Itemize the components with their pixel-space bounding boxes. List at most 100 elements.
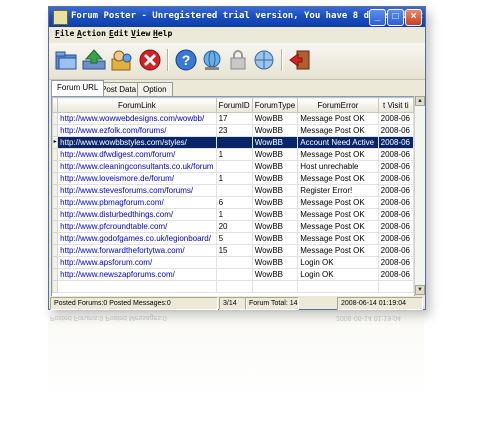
cell-forum-id[interactable]: 20: [215, 220, 253, 233]
cell-visit-time[interactable]: 2008-06: [377, 124, 414, 137]
cell-forum-id[interactable]: [215, 268, 253, 281]
table-row[interactable]: http://www.ezfolk.com/forums/23 WowBB Mess…: [52, 124, 414, 137]
cell-forum-type[interactable]: WowBB: [251, 268, 299, 281]
cell-forum-error[interactable]: Account Need Active: [297, 136, 379, 149]
cell-forum-type[interactable]: [251, 280, 299, 293]
cell-forum-type[interactable]: WowBB: [251, 220, 299, 233]
exit-icon[interactable]: [287, 47, 313, 73]
forum-grid[interactable]: ForumLink ForumID ForumType ForumError t…: [51, 96, 415, 297]
open-folder-icon[interactable]: [53, 47, 79, 73]
cell-forum-link[interactable]: http://www.pbmagforum.com/: [57, 196, 217, 209]
cell-forum-type[interactable]: WowBB: [251, 124, 299, 137]
column-header-forumerror[interactable]: ForumError: [297, 97, 379, 113]
cell-forum-link[interactable]: http://www.stevesforums.com/forums/: [57, 184, 217, 197]
cell-forum-type[interactable]: WowBB: [251, 136, 299, 149]
menu-edit[interactable]: Edit: [109, 29, 128, 38]
cell-forum-link[interactable]: http://www.apsforum.com/: [57, 256, 217, 269]
table-row[interactable]: http://www.pfcroundtable.com/20 WowBB Mess…: [52, 220, 414, 233]
column-header-forumlink[interactable]: ForumLink: [57, 97, 217, 113]
table-row[interactable]: http://www.stevesforums.com/forums/WowBB…: [52, 184, 414, 197]
table-row[interactable]: ▸ http://www.wowbbstyles.com/styles/WowBB…: [52, 136, 414, 149]
minimize-button[interactable]: _: [369, 9, 386, 26]
table-row[interactable]: http://www.loveismore.de/forum/1 WowBB Mes…: [52, 172, 414, 185]
menu-help[interactable]: Help: [153, 29, 172, 38]
cell-forum-error[interactable]: [297, 280, 379, 293]
help-icon[interactable]: ?: [173, 47, 199, 73]
close-button[interactable]: ×: [405, 9, 422, 26]
cell-visit-time[interactable]: 2008-06: [377, 172, 414, 185]
cell-forum-type[interactable]: WowBB: [251, 172, 299, 185]
cell-forum-id[interactable]: 1: [215, 172, 253, 185]
cell-forum-id[interactable]: 15: [215, 244, 253, 257]
cell-forum-link[interactable]: http://www.wowbbstyles.com/styles/: [57, 136, 217, 149]
cell-visit-time[interactable]: [377, 280, 414, 293]
cell-forum-error[interactable]: Message Post OK: [297, 220, 379, 233]
cell-forum-type[interactable]: WowBB: [251, 184, 299, 197]
cell-visit-time[interactable]: 2008-06: [377, 112, 414, 125]
menu-file[interactable]: File: [55, 29, 74, 38]
cell-forum-error[interactable]: Message Post OK: [297, 172, 379, 185]
table-row[interactable]: http://www.cleaningconsultants.co.uk/for…: [52, 160, 414, 173]
scroll-down-icon[interactable]: ▼: [415, 285, 425, 295]
cell-forum-type[interactable]: WowBB: [251, 232, 299, 245]
table-row[interactable]: http://www.wowwebdesigns.com/wowbb/17 Wow…: [52, 112, 414, 125]
table-row[interactable]: http://www.forwardthefortytwa.com/15 WowB…: [52, 244, 414, 257]
table-row[interactable]: http://www.godofgames.co.uk/legionboard/…: [52, 232, 414, 245]
cell-forum-error[interactable]: Message Post OK: [297, 124, 379, 137]
cell-forum-error[interactable]: Login OK: [297, 256, 379, 269]
cell-forum-error[interactable]: Login OK: [297, 268, 379, 281]
cell-forum-link[interactable]: http://www.newszapforums.com/: [57, 268, 217, 281]
cell-visit-time[interactable]: 2008-06: [377, 160, 414, 173]
cell-forum-error[interactable]: Message Post OK: [297, 244, 379, 257]
cell-visit-time[interactable]: 2008-06: [377, 220, 414, 233]
cell-visit-time[interactable]: 2008-06: [377, 232, 414, 245]
column-header-visit-time[interactable]: t Visit ti: [377, 97, 414, 113]
cell-forum-error[interactable]: Message Post OK: [297, 148, 379, 161]
cell-visit-time[interactable]: 2008-06: [377, 256, 414, 269]
table-row[interactable]: http://www.newszapforums.com/WowBB Login …: [52, 268, 414, 281]
web-icon[interactable]: [251, 47, 277, 73]
table-row[interactable]: http://www.disturbedthings.com/1 WowBB Mes…: [52, 208, 414, 221]
cell-visit-time[interactable]: 2008-06: [377, 196, 414, 209]
table-row[interactable]: http://www.dfwdigest.com/forum/1 WowBB Mes…: [52, 148, 414, 161]
cell-forum-type[interactable]: WowBB: [251, 148, 299, 161]
cell-visit-time[interactable]: 2008-06: [377, 136, 414, 149]
cell-forum-link[interactable]: http://www.forwardthefortytwa.com/: [57, 244, 217, 257]
cell-forum-type[interactable]: WowBB: [251, 196, 299, 209]
globe-refresh-icon[interactable]: [199, 47, 225, 73]
cell-visit-time[interactable]: 2008-06: [377, 148, 414, 161]
column-header-forumid[interactable]: ForumID: [215, 97, 253, 113]
cell-forum-type[interactable]: WowBB: [251, 112, 299, 125]
cell-forum-type[interactable]: WowBB: [251, 208, 299, 221]
cell-forum-link[interactable]: http://www.loveismore.de/forum/: [57, 172, 217, 185]
tab-forum-url[interactable]: Forum URL: [51, 80, 105, 96]
cell-forum-type[interactable]: WowBB: [251, 256, 299, 269]
cell-forum-id[interactable]: 23: [215, 124, 253, 137]
table-row[interactable]: http://www.pbmagforum.com/6 WowBB Message …: [52, 196, 414, 209]
cell-forum-id[interactable]: 17: [215, 112, 253, 125]
table-row[interactable]: http://www.apsforum.com/WowBB Login OK 200…: [52, 256, 414, 269]
cell-forum-error[interactable]: Message Post OK: [297, 196, 379, 209]
tab-option[interactable]: Option: [137, 82, 173, 96]
cell-visit-time[interactable]: 2008-06: [377, 244, 414, 257]
scroll-up-icon[interactable]: ▲: [415, 96, 425, 106]
cell-forum-type[interactable]: WowBB: [251, 244, 299, 257]
cell-forum-link[interactable]: http://www.dfwdigest.com/forum/: [57, 148, 217, 161]
cell-forum-link[interactable]: http://www.ezfolk.com/forums/: [57, 124, 217, 137]
menu-action[interactable]: Action: [77, 29, 106, 38]
stop-icon[interactable]: [137, 47, 163, 73]
cell-forum-link[interactable]: http://www.pfcroundtable.com/: [57, 220, 217, 233]
cell-forum-error[interactable]: Message Post OK: [297, 208, 379, 221]
upload-icon[interactable]: [81, 47, 107, 73]
cell-forum-link[interactable]: http://www.wowwebdesigns.com/wowbb/: [57, 112, 217, 125]
cell-forum-link[interactable]: http://www.disturbedthings.com/: [57, 208, 217, 221]
vertical-scrollbar[interactable]: ▲ ▼: [414, 96, 425, 295]
cell-visit-time[interactable]: 2008-06: [377, 208, 414, 221]
maximize-button[interactable]: □: [387, 9, 404, 26]
cell-forum-id[interactable]: [215, 136, 253, 149]
cell-forum-id[interactable]: [215, 160, 253, 173]
cell-forum-error[interactable]: Message Post OK: [297, 232, 379, 245]
menu-view[interactable]: View: [131, 29, 150, 38]
cell-forum-link[interactable]: http://www.cleaningconsultants.co.uk/for…: [57, 160, 217, 173]
users-icon[interactable]: [109, 47, 135, 73]
